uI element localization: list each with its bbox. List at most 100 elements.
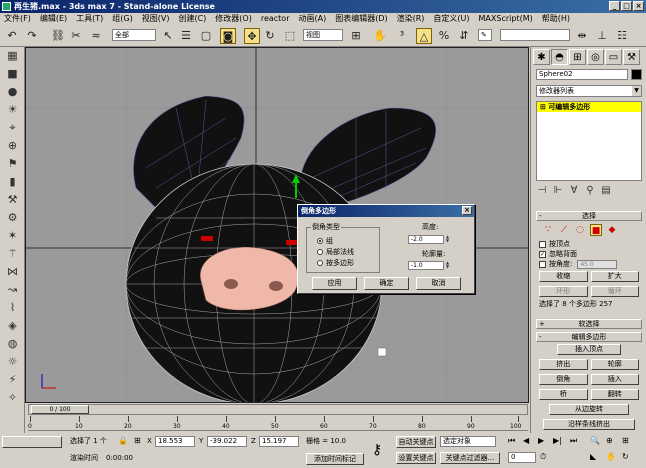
- apply-button[interactable]: 应用: [312, 277, 357, 290]
- render-icon[interactable]: ☼: [0, 353, 25, 371]
- camera-icon[interactable]: ⌖: [0, 119, 25, 137]
- close-button[interactable]: ×: [633, 1, 644, 11]
- cancel-button[interactable]: 取消: [416, 277, 461, 290]
- modifier-list-dropdown[interactable]: 修改器列表 ▼: [536, 85, 642, 97]
- angle-snap-icon[interactable]: △: [416, 28, 432, 44]
- play-icon[interactable]: ▶: [538, 436, 544, 445]
- lock-icon[interactable]: 🔒: [118, 436, 128, 445]
- percent-snap-icon[interactable]: %: [436, 28, 452, 44]
- zoom-icon[interactable]: 🔍: [590, 436, 600, 445]
- outline-spinner[interactable]: -1.0: [408, 261, 452, 270]
- wire-icon[interactable]: ⌇: [0, 299, 25, 317]
- by-vertex-checkbox[interactable]: 按顶点: [536, 239, 642, 249]
- cylinder-icon[interactable]: ▮: [0, 173, 25, 191]
- make-unique-icon[interactable]: ∀: [568, 185, 580, 196]
- rotate-icon[interactable]: ↻: [262, 28, 278, 44]
- insert-vertex-button[interactable]: 插入顶点: [557, 344, 621, 355]
- selection-rollout-header[interactable]: - 选择: [536, 211, 642, 221]
- loop-button[interactable]: 循环: [590, 286, 639, 297]
- extrude-button[interactable]: 挤出: [539, 359, 588, 370]
- by-angle-checkbox[interactable]: 按角度: 45.0: [536, 259, 642, 269]
- menu-reactor[interactable]: reactor: [261, 13, 290, 25]
- layer-icon[interactable]: ☷: [614, 28, 630, 44]
- auto-key-button[interactable]: 自动关键点: [396, 436, 436, 448]
- menu-file[interactable]: 文件(F): [4, 13, 31, 25]
- vertex-mode-icon[interactable]: ∵: [542, 224, 554, 236]
- menu-maxscript[interactable]: MAXScript(M): [479, 13, 533, 25]
- height-spinner[interactable]: -2.0: [408, 235, 452, 244]
- element-mode-icon[interactable]: ◆: [606, 224, 618, 236]
- inset-button[interactable]: 插入: [590, 374, 639, 385]
- outline-button[interactable]: 轮廓: [590, 359, 639, 370]
- ring-button[interactable]: 环形: [539, 286, 588, 297]
- goto-start-icon[interactable]: ⏮: [508, 436, 515, 446]
- objects-icon[interactable]: ▦: [0, 47, 25, 65]
- box-icon[interactable]: ■: [0, 65, 25, 83]
- helper-icon[interactable]: ⚑: [0, 155, 25, 173]
- light-icon[interactable]: ☀: [0, 101, 25, 119]
- particle-icon[interactable]: ✶: [0, 227, 25, 245]
- pin-stack-icon[interactable]: ⊣: [536, 185, 548, 196]
- next-frame-icon[interactable]: ▶|: [553, 436, 562, 445]
- menu-create[interactable]: 创建(C): [178, 13, 206, 25]
- modify-tab-icon[interactable]: ◓: [551, 49, 568, 65]
- modifier-icon[interactable]: ◈: [0, 317, 25, 335]
- window-crossing-icon[interactable]: ◙: [220, 28, 236, 44]
- rect-selection-icon[interactable]: ▢: [198, 28, 214, 44]
- set-key-button[interactable]: 设置关键点: [396, 452, 436, 464]
- create-tab-icon[interactable]: ✱: [533, 49, 550, 65]
- time-slider-thumb[interactable]: 0 / 100: [31, 405, 89, 414]
- select-object-icon[interactable]: ↖: [160, 28, 176, 44]
- move-icon[interactable]: ✥: [244, 28, 260, 44]
- flip-button[interactable]: 翻转: [590, 389, 639, 400]
- stack-item-editable-poly[interactable]: ⊞ 可编辑多边形: [537, 102, 641, 112]
- redo-icon[interactable]: ↷: [24, 28, 40, 44]
- snap-3d-icon[interactable]: ³: [394, 28, 410, 44]
- soft-selection-header[interactable]: + 软选择: [536, 319, 642, 329]
- named-selection-icon[interactable]: ✎: [478, 29, 492, 41]
- quick-render-icon[interactable]: ⚡: [0, 371, 25, 389]
- object-color-swatch[interactable]: [631, 69, 642, 80]
- reactor-icon[interactable]: ✧: [0, 389, 25, 407]
- spinner-snap-icon[interactable]: ⇵: [456, 28, 472, 44]
- goto-end-icon[interactable]: ⏭: [570, 436, 577, 446]
- border-mode-icon[interactable]: ◌: [574, 224, 586, 236]
- named-selection-sets-dropdown[interactable]: [500, 29, 570, 41]
- motion-tab-icon[interactable]: ◎: [587, 49, 604, 65]
- menu-graph-editors[interactable]: 图表编辑器(D): [335, 13, 387, 25]
- menu-customize[interactable]: 自定义(U): [433, 13, 469, 25]
- maximize-button[interactable]: □: [621, 1, 632, 11]
- pan-icon[interactable]: ✋: [606, 452, 616, 461]
- unlink-icon[interactable]: ✂: [68, 28, 84, 44]
- object-name-field[interactable]: Sphere02: [536, 69, 628, 80]
- bone-icon[interactable]: ⚚: [0, 245, 25, 263]
- animation-icon[interactable]: ↝: [0, 281, 25, 299]
- ok-button[interactable]: 确定: [364, 277, 409, 290]
- tools-icon[interactable]: ⚒: [0, 191, 25, 209]
- x-coord-field[interactable]: 18.553: [155, 436, 195, 447]
- radio-local-normal[interactable]: 局部法线: [317, 247, 354, 257]
- track-bar[interactable]: 0 10 20 30 40 50 60 70 80 90 100: [28, 416, 528, 431]
- show-end-result-icon[interactable]: ⊩: [552, 185, 564, 196]
- pivot-icon[interactable]: ⊞: [348, 28, 364, 44]
- selection-filter-dropdown[interactable]: 全部: [112, 29, 156, 41]
- radio-group[interactable]: 组: [317, 236, 333, 246]
- minimize-button[interactable]: _: [609, 1, 620, 11]
- hierarchy-tab-icon[interactable]: ⊞: [569, 49, 586, 65]
- gear-icon[interactable]: ⚙: [0, 209, 25, 227]
- add-time-tag-button[interactable]: 添加时间标记: [306, 453, 364, 465]
- utilities-tab-icon[interactable]: ⚒: [623, 49, 640, 65]
- menu-help[interactable]: 帮助(H): [542, 13, 570, 25]
- time-config-icon[interactable]: ⏱: [540, 452, 546, 462]
- bevel-button[interactable]: 倒角: [539, 374, 588, 385]
- extrude-along-spline-button[interactable]: 沿样条线挤出: [543, 419, 635, 430]
- ignore-backfacing-checkbox[interactable]: ✓ 忽略背面: [536, 249, 642, 259]
- by-angle-spinner[interactable]: 45.0: [577, 259, 618, 269]
- constraint-icon[interactable]: ⋈: [0, 263, 25, 281]
- select-link-icon[interactable]: ⛓: [50, 28, 66, 44]
- dummy-icon[interactable]: ⊕: [0, 137, 25, 155]
- undo-icon[interactable]: ↶: [4, 28, 20, 44]
- scale-icon[interactable]: ⬚: [282, 28, 298, 44]
- remove-modifier-icon[interactable]: ⚲: [584, 185, 596, 196]
- shrink-button[interactable]: 收缩: [539, 271, 588, 282]
